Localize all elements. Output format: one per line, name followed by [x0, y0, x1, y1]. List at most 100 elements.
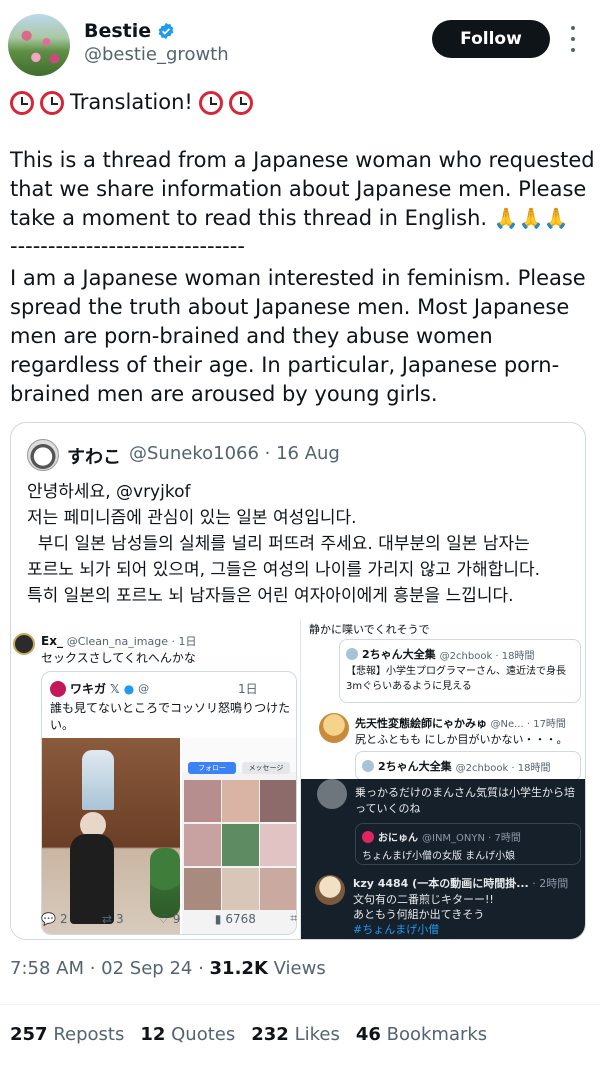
- alarm-clock-icon: [198, 90, 223, 115]
- grid-photo: [184, 780, 221, 822]
- views-count: 31.2K: [209, 958, 268, 979]
- likes-stat[interactable]: 232 Likes: [251, 1024, 340, 1045]
- quotes-stat[interactable]: 12 Quotes: [140, 1024, 235, 1045]
- d1-quote-text: ちょんまげ小僧の女版 まんげ小娘: [362, 851, 516, 862]
- grid-photo: [260, 868, 296, 910]
- ex-text: セックスさしてくれへんかな: [41, 651, 196, 665]
- quoted-tweet-text: 안녕하세요, @vryjkof 저는 페미니즘에 관심이 있는 일본 여성입니다…: [27, 479, 579, 609]
- divider: [0, 1004, 600, 1005]
- wakigi-name: ワキガ: [70, 682, 107, 696]
- author-handle[interactable]: @bestie_growth: [84, 44, 229, 65]
- quoted-author-name[interactable]: すわこ: [67, 443, 121, 469]
- r2-avatar: [319, 713, 349, 743]
- wakigi-handle: @: [138, 682, 150, 695]
- right-post-1: 静かに喋いでくれそうで 2ちゃん大全集 @2chbook · 18時間 【悲報】…: [301, 619, 585, 709]
- screenshot-left-pane: Ex_ @Clean_na_image · 1日 セックスさしてくれへんかな ワ…: [11, 619, 301, 939]
- verified-badge-icon: [158, 22, 174, 40]
- d2-time: · 2時間: [532, 877, 569, 890]
- right-post-2: 先天性変態絵師にゃかみゅ @Ne... · 17時間 尻とふともも にしか目がい…: [301, 709, 585, 781]
- d2-name: kzy 4484 (一本の動画に時間掛...: [353, 877, 529, 890]
- likes-label: Likes: [294, 1024, 340, 1045]
- wakigi-header: ワキガ 𝕏 ● @: [50, 680, 149, 697]
- ex-header: Ex_ @Clean_na_image · 1日: [41, 633, 196, 649]
- d1-quote-handle: @INM_ONYN · 7時間: [422, 833, 521, 844]
- r2-quote-avatar: [362, 760, 374, 772]
- views-count: 6768: [225, 911, 256, 926]
- views-label: Views: [273, 958, 326, 979]
- tweet-time[interactable]: 7:58 AM: [10, 958, 84, 979]
- tweet-meta: 7:58 AM · 02 Sep 24 · 31.2K Views: [10, 958, 326, 979]
- r1-quote-card: 2ちゃん大全集 @2chbook · 18時間 【悲報】小学生プログラマーさん、…: [339, 639, 581, 703]
- praying-hands-icon: 🙏🙏🙏: [493, 206, 569, 230]
- reposts-stat[interactable]: 257 Reposts: [10, 1024, 124, 1045]
- profile-follow-label: フォロー: [198, 764, 226, 772]
- screenshot-right-pane: 静かに喋いでくれそうで 2ちゃん大全集 @2chbook · 18時間 【悲報】…: [301, 619, 585, 939]
- grid-photo: [260, 780, 296, 822]
- r2-quote-card: 2ちゃん大全集 @2chbook · 18時間: [355, 751, 581, 781]
- door-window: [82, 750, 114, 810]
- grid-photo: [184, 824, 221, 866]
- quotes-label: Quotes: [171, 1024, 236, 1045]
- reply-action: 💬 2: [41, 912, 68, 926]
- quoted-line: 특히 일본의 포르노 뇌 남자들은 어린 여자아이에게 흥분을 느낍니다.: [27, 586, 514, 606]
- r1-top-text: 静かに喋いでくれそうで: [309, 623, 430, 636]
- r2-header: 先天性変態絵師にゃかみゅ @Ne... · 17時間: [355, 715, 566, 731]
- d1-quote-name: おにゅん: [378, 833, 418, 844]
- tweet-headline: Translation!: [10, 88, 253, 117]
- profile-message-label: メッセージ: [248, 764, 284, 772]
- d1-quote-header: おにゅん @INM_ONYN · 7時間: [362, 829, 521, 844]
- profile-message-button: メッセージ: [242, 762, 290, 774]
- d2-line1: 文句有の二番煎じキターー!!: [353, 893, 494, 906]
- wakigi-text: 誰も見てないところでコッソリ怒鳴りつけたい。: [50, 701, 291, 732]
- quoted-tweet-card[interactable]: すわこ @Suneko1066 · 16 Aug 안녕하세요, @vryjkof…: [10, 422, 586, 940]
- like-count: 9: [172, 911, 181, 926]
- plant: [150, 848, 180, 918]
- repost-action: ⇄ 3: [102, 912, 124, 926]
- photo-child-at-door: [42, 738, 180, 934]
- ex-avatar: [13, 633, 35, 655]
- author-name[interactable]: Bestie: [84, 20, 151, 42]
- alarm-clock-icon: [10, 90, 34, 115]
- separator-line: -------------------------------: [10, 234, 245, 258]
- reposts-label: Reposts: [53, 1024, 125, 1045]
- r2-text: 尻とふともも にしか目がいかない・・・。: [355, 733, 568, 746]
- profile-follow-button: フォロー: [188, 762, 236, 774]
- x-logo-icon: 𝕏: [110, 681, 120, 696]
- likes-count: 232: [251, 1024, 289, 1045]
- grid-photo: [222, 868, 259, 910]
- d2-header: kzy 4484 (一本の動画に時間掛... · 2時間: [353, 875, 568, 891]
- verified-badge-icon: ●: [123, 681, 135, 696]
- d2-hashtag[interactable]: #ちょんまげ小僧: [353, 921, 439, 937]
- d1-text: 乗っかるだけのまんさん気質は小学生から培っていくのね: [355, 786, 575, 815]
- bookmark-icon: ⌗: [290, 911, 297, 925]
- tweet-paragraph-2: I am a Japanese woman interested in femi…: [10, 266, 586, 406]
- r1-quote-header: 2ちゃん大全集 @2chbook · 18時間: [346, 646, 535, 662]
- ex-name: Ex_: [41, 634, 63, 648]
- chart-icon: ▮: [214, 911, 222, 926]
- tweet-date[interactable]: 02 Sep 24: [101, 958, 192, 979]
- author-name-row[interactable]: Bestie: [84, 20, 175, 42]
- headline-text: Translation!: [70, 90, 193, 114]
- d1-avatar: [317, 779, 347, 809]
- r2-quote-name: 2ちゃん大全集: [378, 760, 452, 773]
- d1-quote-avatar: [362, 830, 374, 843]
- quoted-line: 저는 페미니즘에 관심이 있는 일본 여성입니다.: [27, 508, 357, 528]
- d2-line2: あともう何組か出てきそう: [353, 908, 485, 921]
- wakigi-card: ワキガ 𝕏 ● @ 1日 誰も見てないところでコッソリ怒鳴りつけたい。 フォロー…: [41, 671, 297, 935]
- wakigi-avatar: [50, 680, 66, 697]
- d1-quote-card: おにゅん @INM_ONYN · 7時間 ちょんまげ小僧の女版 まんげ小娘: [355, 823, 581, 865]
- quoted-author-avatar[interactable]: [27, 439, 59, 471]
- follow-button[interactable]: Follow: [432, 20, 550, 58]
- quoted-author-handle[interactable]: @Suneko1066 · 16 Aug: [129, 443, 340, 464]
- heart-icon: ♡: [157, 911, 169, 926]
- author-avatar[interactable]: [8, 14, 70, 76]
- photo-profile-grid: フォロー メッセージ: [182, 738, 296, 934]
- r2-quote-handle: @2chbook · 18時間: [455, 762, 551, 774]
- quoted-screenshot-image[interactable]: Ex_ @Clean_na_image · 1日 セックスさしてくれへんかな ワ…: [11, 619, 585, 939]
- quotes-count: 12: [140, 1024, 166, 1045]
- bookmarks-stat[interactable]: 46 Bookmarks: [356, 1024, 487, 1045]
- r1-name: 2ちゃん大全集: [362, 648, 436, 661]
- more-options-icon[interactable]: [566, 26, 580, 52]
- tweet-paragraph-1: This is a thread from a Japanese woman w…: [10, 146, 600, 233]
- grid-photo: [222, 780, 259, 822]
